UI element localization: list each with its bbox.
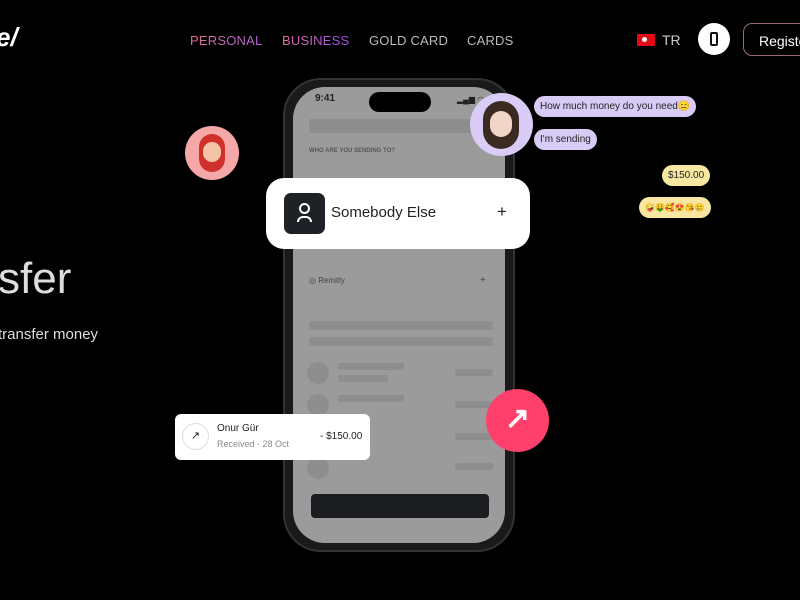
user-icon	[284, 193, 325, 234]
recipient-label: Somebody Else	[331, 204, 437, 221]
hero-subtitle: transfer money	[0, 326, 99, 343]
add-icon[interactable]: +	[480, 275, 486, 286]
phone-icon	[710, 32, 718, 46]
avatar-brown-hair	[470, 93, 533, 156]
register-button[interactable]: Registe	[743, 23, 800, 56]
transaction-amount: - $150.00	[320, 431, 363, 442]
remitly-option[interactable]: ◎ Remitly	[309, 276, 345, 285]
transaction-name: Onur Gür	[217, 423, 259, 434]
phone-mockup: 9:41 ▂▄▆ ◠ ▬ WHO ARE YOU SENDING TO? ◎ R…	[283, 78, 515, 552]
language-selector[interactable]: TR	[662, 32, 681, 48]
transaction-status: Received · 28 Oct	[217, 439, 290, 449]
nav-gold-card[interactable]: GOLD CARD	[369, 33, 448, 48]
send-button[interactable]: ↗	[486, 389, 549, 452]
phone-screen: 9:41 ▂▄▆ ◠ ▬ WHO ARE YOU SENDING TO? ◎ R…	[293, 87, 505, 543]
recipient-somebody-else[interactable]: Somebody Else +	[266, 178, 530, 249]
dynamic-island	[369, 92, 431, 112]
chat-message: How much money do you need😑	[534, 96, 697, 117]
nav-cards[interactable]: CARDS	[467, 33, 514, 48]
section-label: WHO ARE YOU SENDING TO?	[309, 148, 395, 154]
arrow-up-right-icon: ↗	[182, 423, 209, 450]
chat-reply: $150.00	[662, 165, 711, 186]
hero-title: sfer	[0, 254, 72, 303]
status-time: 9:41	[315, 93, 336, 104]
mobile-app-button[interactable]	[698, 23, 730, 55]
continue-button[interactable]	[311, 494, 489, 518]
nav-business[interactable]: BUSINESS	[282, 33, 349, 48]
remitly-label: Remitly	[318, 276, 345, 285]
nav-personal[interactable]: PERSONAL	[190, 33, 262, 48]
transaction-card[interactable]: ↗ Onur Gür Received · 28 Oct - $150.00	[175, 414, 370, 460]
chat-message: I'm sending	[534, 129, 597, 150]
add-icon[interactable]: +	[497, 202, 507, 222]
turkey-flag-icon[interactable]	[637, 34, 655, 46]
avatar-red-hair	[185, 126, 239, 180]
arrow-up-right-icon: ↗	[504, 402, 531, 435]
chat-reply: 🤪🤑🥰😍😘🥲	[639, 197, 711, 218]
logo[interactable]: e/	[0, 22, 18, 53]
